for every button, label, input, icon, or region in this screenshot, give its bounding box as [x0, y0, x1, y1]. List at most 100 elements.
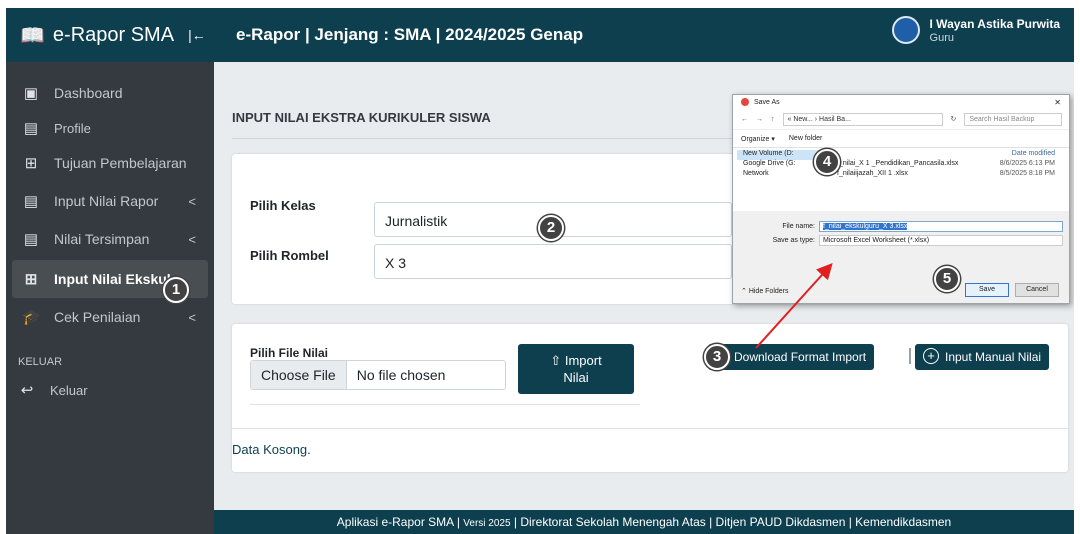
sidebar-item-label: Dashboard: [54, 85, 123, 101]
chevron-left-icon: <: [188, 193, 196, 209]
user-role: Guru: [929, 31, 954, 44]
sidebar-item-input-nilai-rapor[interactable]: ▤ Input Nilai Rapor <: [6, 182, 214, 220]
step-badge: 1: [163, 277, 189, 303]
sidebar-item-profile[interactable]: ▤ Profile: [6, 112, 214, 144]
dialog-path[interactable]: « New... › Hasil Ba...: [782, 112, 943, 126]
divider: [232, 428, 1068, 429]
dialog-search-input[interactable]: Search Hasil Backup: [964, 112, 1063, 126]
plus-circle-icon: +: [923, 348, 939, 364]
sidebar-menu: ▣ Dashboard ▤ Profile ⊞ Tujuan Pembelaja…: [6, 62, 214, 406]
sidebar-item-cek-penilaian[interactable]: 🎓 Cek Penilaian <: [6, 298, 214, 336]
chevron-left-icon: <: [188, 231, 196, 247]
footer: Aplikasi e-Rapor SMA | Versi 2025 | Dire…: [214, 510, 1074, 534]
file-name: f_nilaiijazah_XII 1 .xlsx: [837, 170, 908, 177]
save-type-row: Save as type: Microsoft Excel Worksheet …: [739, 235, 1063, 246]
file-date: 8/5/2025 8:18 PM: [999, 170, 1055, 177]
download-format-button[interactable]: ⤓ Download Format Import: [708, 344, 875, 370]
file-name-row: File name: f_nilai_ekskulguru_X 3.xlsx: [739, 221, 1063, 232]
divider: [250, 404, 640, 405]
sidebar-item-nilai-tersimpan[interactable]: ▤ Nilai Tersimpan <: [6, 220, 214, 258]
dialog-toolbar: Organize ▾ New folder: [733, 129, 1069, 147]
sidebar-item-label: Keluar: [50, 382, 88, 398]
user-menu[interactable]: I Wayan Astika Purwita Guru: [891, 16, 1060, 44]
file-name-input[interactable]: f_nilai_ekskulguru_X 3.xlsx: [819, 221, 1063, 232]
footer-text-a: Aplikasi e-Rapor SMA |: [336, 515, 464, 529]
back-icon[interactable]: ←: [741, 116, 748, 123]
sidebar-item-label: Input Nilai Ekskul: [54, 271, 171, 287]
form-icon: ▤: [23, 193, 39, 210]
chevron-left-icon: <: [188, 309, 196, 325]
sidebar-item-label: Nilai Tersimpan: [54, 231, 150, 247]
button-separator: [909, 348, 911, 364]
sidebar-item-keluar[interactable]: ↩ Keluar: [6, 374, 214, 406]
save-type-select[interactable]: Microsoft Excel Worksheet (*.xlsx): [819, 235, 1063, 246]
footer-text-c: | Direktorat Sekolah Menengah Atas | Dit…: [510, 515, 952, 529]
sidebar-item-label: Tujuan Pembelajaran: [54, 155, 187, 171]
top-navbar: e-Rapor | Jenjang : SMA | 2024/2025 Gena…: [214, 8, 1074, 62]
date-header[interactable]: Date modified: [1012, 150, 1055, 160]
file-name-value: f_nilai_ekskulguru_X 3.xlsx: [823, 223, 908, 230]
new-folder-button[interactable]: New folder: [789, 135, 822, 142]
sidebar-item-label: Cek Penilaian: [54, 309, 141, 325]
dialog-file-list: Date modified f_nilai_X 1 _Pendidikan_Pa…: [837, 150, 1065, 180]
dashboard-icon: ▣: [23, 85, 39, 102]
forward-icon[interactable]: →: [756, 116, 763, 123]
brand-name: e-Rapor SMA: [52, 23, 175, 46]
avatar: [891, 16, 920, 44]
refresh-icon[interactable]: ↻: [951, 115, 957, 123]
sidebar-item-dashboard[interactable]: ▣ Dashboard: [6, 74, 214, 112]
upload-icon: ⇧: [550, 353, 562, 368]
import-card: Pilih File Nilai Choose File No file cho…: [232, 324, 1068, 472]
sidebar: 📖 e-Rapor SMA |← ▣ Dashboard ▤ Profile ⊞…: [6, 8, 214, 534]
user-name: I Wayan Astika Purwita: [929, 16, 1060, 31]
kelas-label: Pilih Kelas: [250, 198, 316, 213]
import-button[interactable]: ⇧ Import Nilai: [518, 344, 634, 394]
file-label: Pilih File Nilai: [250, 346, 329, 360]
sidebar-item-label: Profile: [54, 120, 91, 136]
footer-version: Versi 2025: [463, 518, 511, 529]
up-icon[interactable]: ↑: [771, 116, 775, 123]
list-header: Date modified: [837, 150, 1065, 160]
download-label: Download Format Import: [734, 350, 867, 364]
nav-item[interactable]: Network: [737, 170, 831, 180]
dialog-title-bar: Save As ✕: [733, 95, 1069, 109]
page-title: INPUT NILAI EKSTRA KURIKULER SISWA: [232, 110, 491, 125]
dialog-browser: New Volume (D: Google Drive (G: Network …: [733, 147, 1069, 211]
input-manual-button[interactable]: + Input Manual Nilai: [915, 344, 1050, 370]
chrome-icon: [741, 98, 749, 106]
manual-label: Input Manual Nilai: [945, 350, 1042, 364]
step-badge: 2: [538, 215, 564, 241]
file-name-label: File name:: [782, 223, 815, 230]
brand[interactable]: 📖 e-Rapor SMA |←: [6, 8, 214, 62]
dialog-title: Save As: [754, 98, 780, 106]
list-item[interactable]: f_nilai_X 1 _Pendidikan_Pancasila.xlsx 8/…: [837, 160, 1065, 170]
list-item[interactable]: f_nilaiijazah_XII 1 .xlsx 8/5/2025 8:18 P…: [837, 170, 1065, 180]
app-frame: 📖 e-Rapor SMA |← ▣ Dashboard ▤ Profile ⊞…: [6, 8, 1074, 534]
dialog-save-button[interactable]: Save: [965, 283, 1009, 297]
save-as-dialog: Save As ✕ ← → ↑ « New... › Hasil Ba... ↻…: [732, 94, 1070, 304]
dialog-cancel-button[interactable]: Cancel: [1015, 283, 1059, 297]
dialog-address-bar: ← → ↑ « New... › Hasil Ba... ↻ Search Ha…: [733, 109, 1069, 129]
section-label: KELUAR: [18, 356, 63, 368]
close-icon[interactable]: ✕: [1054, 98, 1061, 107]
header-title: e-Rapor | Jenjang : SMA | 2024/2025 Gena…: [236, 25, 584, 44]
plus-square-icon: ⊞: [24, 271, 38, 288]
graduation-cap-icon: 🎓: [22, 309, 41, 326]
file-name: f_nilai_X 1 _Pendidikan_Pancasila.xlsx: [837, 160, 959, 167]
hide-folders-toggle[interactable]: ⌃ Hide Folders: [741, 287, 789, 295]
choose-file-button[interactable]: Choose File: [251, 361, 347, 389]
app-logo-icon: 📖: [20, 24, 45, 47]
file-input[interactable]: Choose File No file chosen: [250, 360, 506, 390]
plus-square-icon: ⊞: [24, 155, 38, 172]
organize-button[interactable]: Organize ▾: [741, 135, 775, 143]
rombel-select[interactable]: X 3: [374, 244, 732, 279]
file-date: 8/6/2025 6:13 PM: [999, 160, 1055, 167]
step-badge: 5: [934, 266, 960, 292]
collapse-left-icon[interactable]: |←: [188, 27, 206, 43]
sidebar-item-label: Input Nilai Rapor: [54, 193, 159, 209]
rombel-label: Pilih Rombel: [250, 248, 329, 263]
logout-icon: ↩: [20, 382, 34, 399]
file-name-text: No file chosen: [356, 367, 446, 383]
hide-folders-label: Hide Folders: [748, 288, 789, 295]
sidebar-item-tujuan-pembelajaran[interactable]: ⊞ Tujuan Pembelajaran: [6, 144, 214, 182]
